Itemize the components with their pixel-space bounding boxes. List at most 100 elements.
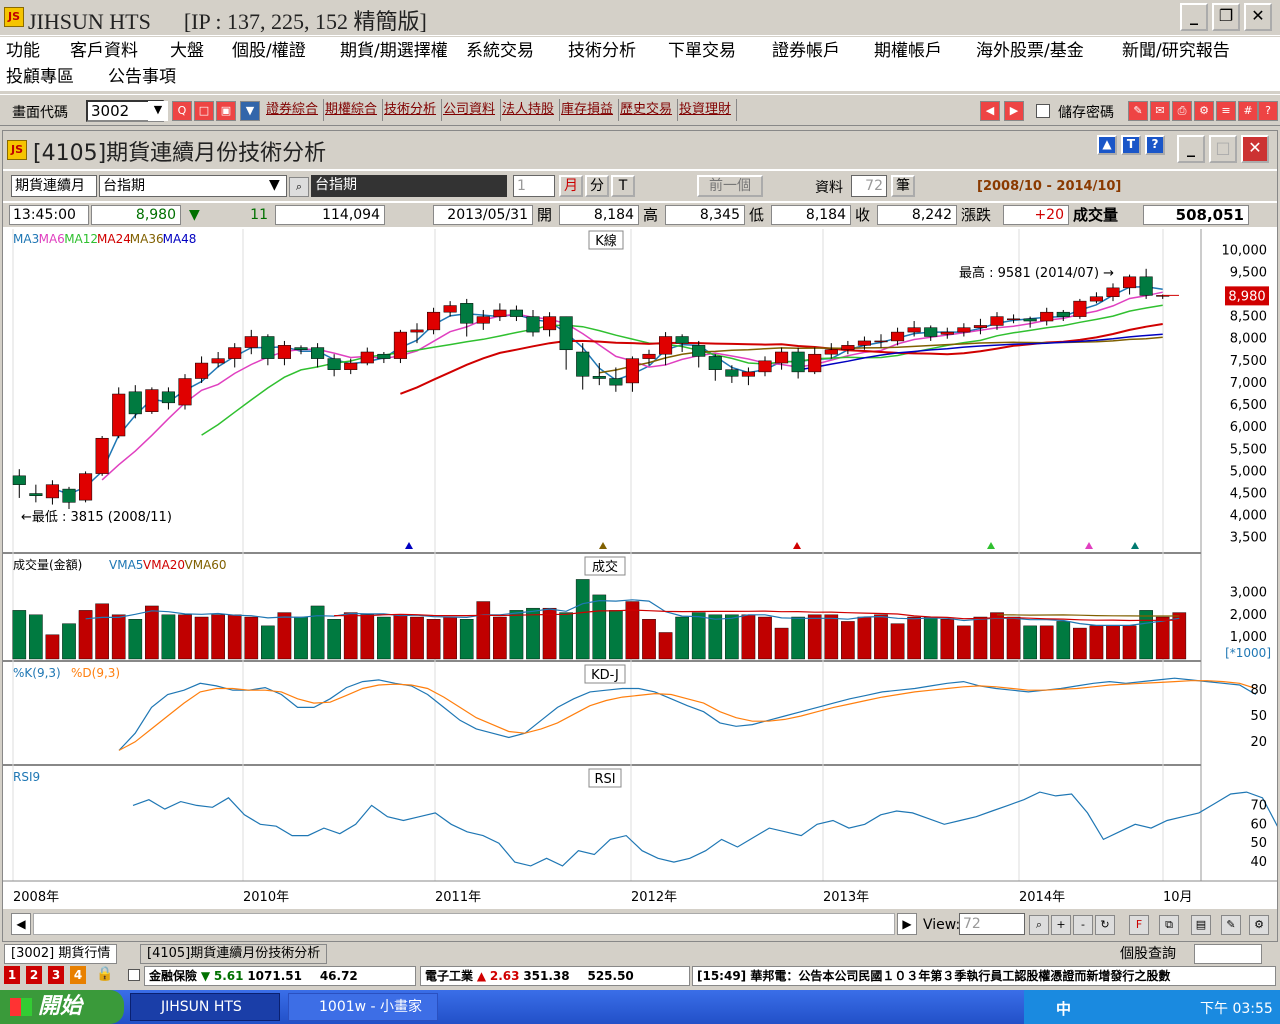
volume-bar <box>791 616 805 660</box>
volume-bar <box>990 612 1004 660</box>
candle-body <box>775 351 789 364</box>
input-method-icon[interactable]: 中 <box>1056 998 1071 1019</box>
menu-item-6[interactable]: 技術分析 <box>568 38 636 64</box>
doc-icon[interactable]: ≡ <box>1216 101 1236 121</box>
menu-item-row2-1[interactable]: 公告事項 <box>108 64 176 90</box>
mail-icon[interactable]: ✉ <box>1150 101 1170 121</box>
page-1-button[interactable]: 1 <box>4 966 20 984</box>
menu-item-0[interactable]: 功能 <box>6 38 40 64</box>
dropdown-icon[interactable]: ▼ <box>148 101 168 121</box>
taskbar-app-paint[interactable]: 1001w - 小畫家 <box>288 993 438 1021</box>
minimize-button[interactable]: _ <box>1180 3 1208 31</box>
scroll-left-button[interactable]: ◀ <box>11 913 31 935</box>
page-3-button[interactable]: 3 <box>48 966 64 984</box>
tool-icon[interactable]: ⚙ <box>1194 101 1214 121</box>
ticker-checkbox[interactable] <box>128 969 140 981</box>
export-icon[interactable]: ▤ <box>1191 915 1211 935</box>
lock-icon[interactable]: 🔒 <box>96 966 113 984</box>
menu-item-7[interactable]: 下單交易 <box>668 38 736 64</box>
scroll-right-button[interactable]: ▶ <box>897 913 917 935</box>
quick-link-5[interactable]: 庫存損益 <box>561 99 619 121</box>
candle-body <box>791 351 805 373</box>
volume-bar <box>890 623 905 660</box>
price-tick-10: 5,000 <box>1230 464 1267 479</box>
quick-link-1[interactable]: 期權綜合 <box>325 99 383 121</box>
candle-body <box>294 347 308 351</box>
news-ticker[interactable]: [15:49] 華邦電：公告本公司民國１０３年第３季執行員工認股權憑證而新增發行… <box>692 966 1276 986</box>
search-icon[interactable]: Q <box>172 101 192 121</box>
rsi-tick-2: 50 <box>1250 836 1267 851</box>
copy-icon[interactable]: ⧉ <box>1159 915 1179 935</box>
tab-futures-quote[interactable]: [3002] 期貨行情 <box>4 944 118 964</box>
quote-volume: 114,094 <box>275 205 385 225</box>
selector-row: 期貨連續月 台指期 ▼ ⌕ 台指期 1 月 分 T 前一個 資料 72 筆 [2… <box>3 171 1277 201</box>
panel-title-bar: JS [4105]期貨連續月份技術分析 ▲ T ? _ □ ✕ <box>3 131 1277 169</box>
tick-button[interactable]: T <box>611 175 635 197</box>
tab-tech-analysis[interactable]: [4105]期貨連續月份技術分析 <box>140 944 328 964</box>
menu-item-row2-0[interactable]: 投顧專區 <box>6 64 74 90</box>
candle-body <box>493 309 507 317</box>
scroll-track[interactable] <box>33 913 895 935</box>
menu-item-5[interactable]: 系統交易 <box>466 38 534 64</box>
prev-button[interactable]: 前一個 <box>697 175 763 197</box>
menu-item-1[interactable]: 客戶資料 <box>70 38 138 64</box>
product-dropdown-icon[interactable]: ▼ <box>269 177 280 193</box>
page-2-button[interactable]: 2 <box>26 966 42 984</box>
menu-item-3[interactable]: 個股/權證 <box>232 38 306 64</box>
up-arrow-icon[interactable]: ▲ <box>1097 135 1117 155</box>
text-icon[interactable]: T <box>1121 135 1141 155</box>
arrow-right-icon[interactable]: ▶ <box>1004 101 1024 121</box>
edit-icon[interactable]: ✎ <box>1128 101 1148 121</box>
month-button[interactable]: 月 <box>559 175 583 197</box>
count-select[interactable]: 1 <box>513 175 555 197</box>
page-4-button[interactable]: 4 <box>70 966 86 984</box>
quick-link-2[interactable]: 技術分析 <box>384 99 442 121</box>
calc-icon[interactable]: # <box>1238 101 1258 121</box>
restore-button[interactable]: ❐ <box>1212 3 1240 31</box>
config-icon[interactable]: ⚙ <box>1249 915 1269 935</box>
folder-icon[interactable]: □ <box>194 101 214 121</box>
taskbar-app-jihsun[interactable]: JIHSUN HTS <box>130 993 280 1021</box>
stock-query-input[interactable] <box>1194 944 1262 964</box>
chart-area[interactable]: 10,0009,5009,0008,5008,0007,5007,0006,50… <box>3 229 1277 905</box>
ticker-item-2[interactable]: 電子工業 ▲ 2.63 351.38 525.50 <box>420 966 690 986</box>
help-icon[interactable]: ? <box>1145 135 1165 155</box>
ticker-item-1[interactable]: 金融保險 ▼ 5.61 1071.51 46.72 <box>144 966 416 986</box>
panel-minimize-button[interactable]: _ <box>1177 135 1205 163</box>
search-icon[interactable]: ⌕ <box>289 177 309 197</box>
draw-icon[interactable]: ✎ <box>1221 915 1241 935</box>
view-value[interactable]: 72 <box>959 913 1025 935</box>
refresh-icon[interactable]: ↻ <box>1095 915 1115 935</box>
minute-button[interactable]: 分 <box>585 175 609 197</box>
menu-item-9[interactable]: 期權帳戶 <box>874 38 942 64</box>
menu-item-10[interactable]: 海外股票/基金 <box>976 38 1084 64</box>
product-select[interactable]: 台指期 <box>99 175 287 197</box>
quick-link-7[interactable]: 投資理財 <box>679 99 737 121</box>
zoom-icon[interactable]: ⌕ <box>1029 915 1049 935</box>
save-password-checkbox[interactable] <box>1036 104 1050 118</box>
panel-close-button[interactable]: ✕ <box>1241 135 1269 163</box>
menu-item-8[interactable]: 證券帳戶 <box>772 38 840 64</box>
menu-item-11[interactable]: 新聞/研究報告 <box>1122 38 1230 64</box>
zoom-out-icon[interactable]: - <box>1073 915 1093 935</box>
chart-svg[interactable]: 10,0009,5009,0008,5008,0007,5007,0006,50… <box>3 229 1277 909</box>
chart-settings-icon[interactable]: F <box>1129 915 1149 935</box>
print-icon[interactable]: ⎙ <box>1172 101 1192 121</box>
arrow-left-icon[interactable]: ◀ <box>980 101 1000 121</box>
unit-button[interactable]: 筆 <box>891 175 915 197</box>
quick-link-4[interactable]: 法人持股 <box>502 99 560 121</box>
data-count-input[interactable]: 72 <box>851 175 887 197</box>
quick-link-0[interactable]: 證券綜合 <box>266 99 324 121</box>
zoom-in-icon[interactable]: + <box>1051 915 1071 935</box>
menu-item-2[interactable]: 大盤 <box>170 38 204 64</box>
quick-link-6[interactable]: 歷史交易 <box>620 99 678 121</box>
window-icon[interactable]: ▣ <box>216 101 236 121</box>
menu-item-4[interactable]: 期貨/期選擇權 <box>340 38 448 64</box>
expand-icon[interactable]: ▼ <box>240 101 260 121</box>
quick-link-3[interactable]: 公司資料 <box>443 99 501 121</box>
panel-maximize-button[interactable]: □ <box>1209 135 1237 163</box>
close-button[interactable]: ✕ <box>1244 3 1272 31</box>
category-select[interactable]: 期貨連續月 <box>11 175 97 197</box>
help-icon[interactable]: ? <box>1258 101 1278 121</box>
volume-bar <box>1039 625 1054 660</box>
